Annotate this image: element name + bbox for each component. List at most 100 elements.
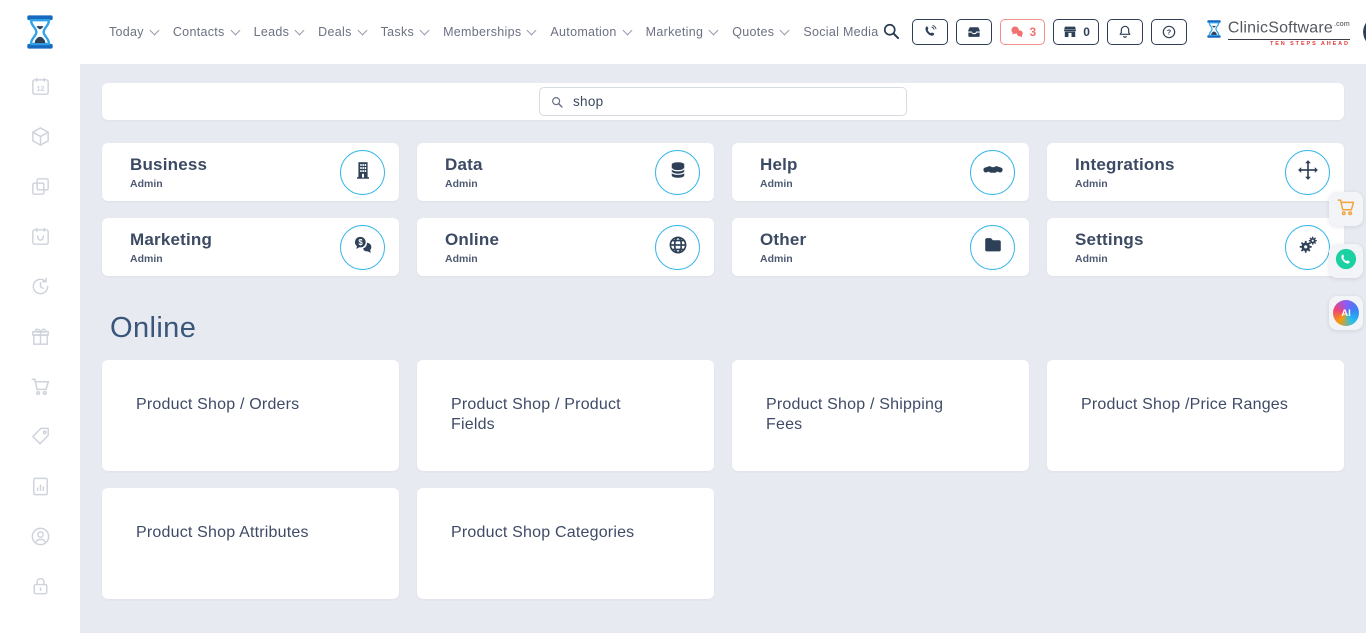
category-text: MarketingAdmin: [130, 230, 340, 265]
chevron-down-icon: [780, 25, 790, 35]
menu-item-quotes[interactable]: Quotes: [730, 21, 790, 43]
category-card-integrations[interactable]: IntegrationsAdmin: [1047, 143, 1344, 201]
app-logo[interactable]: [21, 10, 59, 54]
sidebar-item-products[interactable]: [27, 127, 53, 150]
menu-item-label: Contacts: [173, 25, 225, 39]
category-title: Marketing: [130, 230, 340, 250]
chevron-down-icon: [295, 25, 305, 35]
category-card-marketing[interactable]: MarketingAdmin $: [102, 218, 399, 276]
cube-icon: [29, 125, 52, 153]
category-title: Help: [760, 155, 970, 175]
category-icon-circle: [655, 150, 700, 195]
sidebar-item-reports[interactable]: [27, 477, 53, 500]
whatsapp-icon: [1335, 248, 1357, 275]
section-title: Online: [110, 312, 1344, 345]
result-card-product-shop-orders[interactable]: Product Shop / Orders: [102, 360, 399, 471]
menu-item-label: Marketing: [646, 25, 704, 39]
category-text: OtherAdmin: [760, 230, 970, 265]
sidebar-item-offers[interactable]: [27, 427, 53, 450]
sidebar-item-support[interactable]: [27, 527, 53, 550]
category-text: IntegrationsAdmin: [1075, 155, 1285, 190]
category-subtitle: Admin: [1075, 253, 1285, 265]
result-card-product-shop-categories[interactable]: Product Shop Categories: [417, 488, 714, 599]
search-input[interactable]: [571, 93, 896, 110]
store-button[interactable]: 0: [1053, 19, 1099, 45]
chevron-down-icon: [709, 25, 719, 35]
menu-item-tasks[interactable]: Tasks: [379, 21, 430, 43]
menu-item-memberships[interactable]: Memberships: [441, 21, 537, 43]
menu-item-social-media[interactable]: Social Media: [801, 21, 880, 43]
menu-item-automation[interactable]: Automation: [548, 21, 632, 43]
notifications-button[interactable]: [1107, 19, 1143, 45]
brand-logo: ClinicSoftware.com TEN STEPS AHEAD: [1204, 17, 1350, 46]
result-title: Product Shop / Product Fields: [451, 396, 621, 433]
phone-button[interactable]: [912, 19, 948, 45]
sidebar-item-history[interactable]: [27, 277, 53, 300]
menu-item-marketing[interactable]: Marketing: [644, 21, 720, 43]
svg-text:12: 12: [36, 84, 44, 92]
result-card-product-shop-shipping-fees[interactable]: Product Shop / Shipping Fees: [732, 360, 1029, 471]
help-button[interactable]: ?: [1151, 19, 1187, 45]
cart-icon: [29, 375, 52, 403]
gift-icon: [29, 325, 52, 353]
category-card-data[interactable]: DataAdmin: [417, 143, 714, 201]
category-card-settings[interactable]: SettingsAdmin: [1047, 218, 1344, 276]
sidebar-item-security[interactable]: [27, 577, 53, 600]
storefront-icon: [1062, 24, 1078, 40]
folder-icon: [982, 234, 1004, 261]
history-icon: [29, 275, 52, 303]
sidebar-item-documents[interactable]: [27, 177, 53, 200]
ai-assistant-widget[interactable]: AI: [1329, 296, 1363, 330]
result-card-product-shop-product-fields[interactable]: Product Shop / Product Fields: [417, 360, 714, 471]
database-icon: [667, 159, 689, 186]
tags-icon: [29, 425, 52, 453]
category-title: Integrations: [1075, 155, 1285, 175]
chevron-down-icon: [622, 25, 632, 35]
category-card-online[interactable]: Online Admin: [417, 218, 714, 276]
shop-widget[interactable]: [1329, 192, 1363, 226]
category-title: Business: [130, 155, 340, 175]
category-card-business[interactable]: BusinessAdmin: [102, 143, 399, 201]
menu-item-today[interactable]: Today: [107, 21, 160, 43]
menu-item-deals[interactable]: Deals: [316, 21, 367, 43]
svg-text:$: $: [358, 237, 363, 246]
globe-icon: [667, 234, 689, 261]
search-icon[interactable]: [881, 21, 903, 43]
sidebar-item-shop[interactable]: [27, 377, 53, 400]
question-circle-icon: ?: [1161, 24, 1177, 40]
result-card-product-shop-attributes[interactable]: Product Shop Attributes: [102, 488, 399, 599]
category-card-other[interactable]: OtherAdmin: [732, 218, 1029, 276]
brand-tld: .com: [1334, 21, 1350, 28]
sidebar-item-appointments[interactable]: [27, 227, 53, 250]
category-icon-circle: [970, 225, 1015, 270]
ai-icon: AI: [1333, 300, 1359, 326]
category-subtitle: Admin: [445, 253, 655, 265]
search-bar: [102, 83, 1344, 120]
menu-item-contacts[interactable]: Contacts: [171, 21, 241, 43]
result-card-product-shop-price-ranges[interactable]: Product Shop /Price Ranges: [1047, 360, 1344, 471]
menu-item-leads[interactable]: Leads: [252, 21, 306, 43]
action-buttons: 30?: [912, 19, 1187, 45]
whatsapp-widget[interactable]: [1329, 244, 1363, 278]
chat-button[interactable]: 3: [1000, 19, 1046, 45]
brand-text: ClinicSoftware.com TEN STEPS AHEAD: [1228, 17, 1350, 46]
user-circle-icon: [29, 525, 52, 553]
menu-item-label: Quotes: [732, 25, 774, 39]
sidebar-item-calendar[interactable]: 12: [27, 77, 53, 100]
chat-bubbles-icon: [1009, 24, 1025, 40]
inbox-button[interactable]: [956, 19, 992, 45]
category-title: Online: [445, 230, 655, 250]
building-icon: [352, 159, 374, 186]
search-input-wrap: [539, 87, 907, 116]
category-text: BusinessAdmin: [130, 155, 340, 190]
category-subtitle: Admin: [760, 253, 970, 265]
menu-item-label: Social Media: [803, 25, 878, 39]
lock-icon: [29, 575, 52, 603]
bell-icon: [1117, 24, 1133, 40]
handshake-icon: [982, 159, 1004, 186]
calendar-12-icon: 12: [29, 75, 52, 103]
category-card-help[interactable]: HelpAdmin: [732, 143, 1029, 201]
gears-icon: [1297, 234, 1319, 261]
category-text: Online Admin: [445, 230, 655, 265]
sidebar-item-gifts[interactable]: [27, 327, 53, 350]
